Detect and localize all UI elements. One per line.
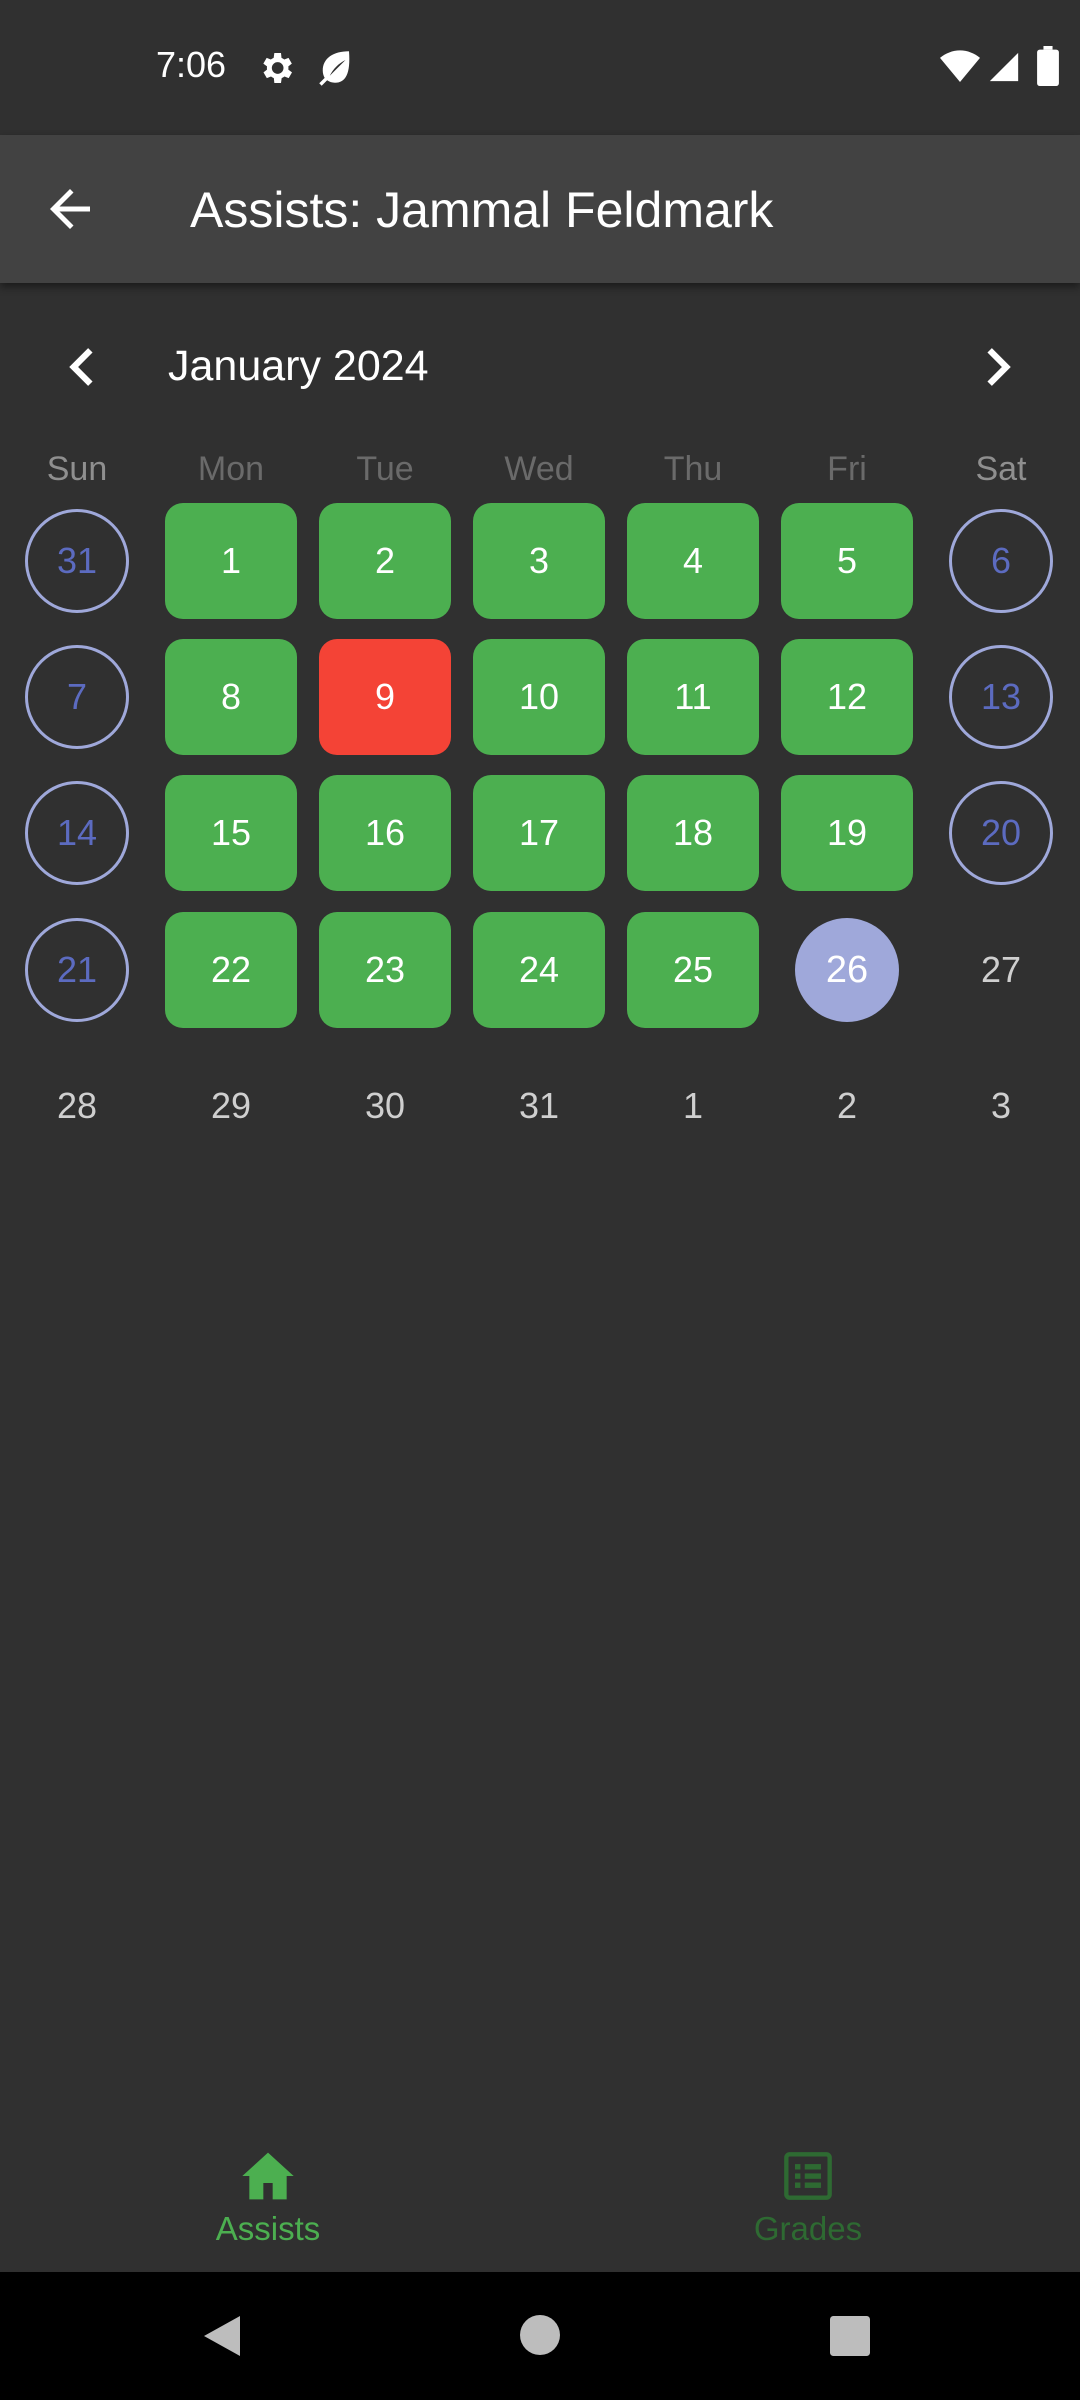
calendar-day-present[interactable]: 10 (473, 639, 605, 755)
calendar-day-plain[interactable]: 3 (949, 1054, 1053, 1158)
calendar-day-present[interactable]: 25 (627, 912, 759, 1028)
nav-item-assists[interactable]: Assists (118, 2150, 418, 2260)
calendar-day-present[interactable]: 24 (473, 912, 605, 1028)
nav-label: Assists (215, 2210, 321, 2247)
home-icon (242, 2152, 294, 2200)
calendar-day-present[interactable]: 19 (781, 775, 913, 891)
calendar-day-present[interactable]: 1 (165, 503, 297, 619)
calendar-day-present[interactable]: 2 (319, 503, 451, 619)
calendar-day-present[interactable]: 11 (627, 639, 759, 755)
calendar-day-plain[interactable]: 1 (641, 1054, 745, 1158)
calendar-day-weekend[interactable]: 21 (25, 918, 129, 1022)
calendar-day-plain[interactable]: 28 (25, 1054, 129, 1158)
calendar-day-present[interactable]: 8 (165, 639, 297, 755)
calendar-day-absent[interactable]: 9 (319, 639, 451, 755)
calendar-day-plain[interactable]: 27 (949, 918, 1053, 1022)
calendar-day-weekend[interactable]: 14 (25, 781, 129, 885)
system-home-icon[interactable] (520, 2315, 560, 2355)
calendar-day-plain[interactable]: 31 (487, 1054, 591, 1158)
calendar-day-present[interactable]: 17 (473, 775, 605, 891)
system-back-icon[interactable] (200, 2312, 248, 2360)
bottom-navigation: Assists Grades (0, 2130, 1080, 2272)
calendar-day-present[interactable]: 5 (781, 503, 913, 619)
calendar-day-plain[interactable]: 30 (333, 1054, 437, 1158)
calendar-day-present[interactable]: 4 (627, 503, 759, 619)
list-icon (784, 2152, 832, 2200)
system-recents-icon[interactable] (830, 2316, 870, 2356)
calendar-day-weekend[interactable]: 20 (949, 781, 1053, 885)
calendar-day-present[interactable]: 16 (319, 775, 451, 891)
calendar-day-plain[interactable]: 29 (179, 1054, 283, 1158)
calendar-day-weekend[interactable]: 31 (25, 509, 129, 613)
calendar-day-present[interactable]: 12 (781, 639, 913, 755)
calendar-day-present[interactable]: 15 (165, 775, 297, 891)
nav-label: Grades (753, 2210, 863, 2247)
calendar-day-weekend[interactable]: 6 (949, 509, 1053, 613)
calendar-day-present[interactable]: 3 (473, 503, 605, 619)
calendar-day-plain[interactable]: 2 (795, 1054, 899, 1158)
calendar-day-present[interactable]: 18 (627, 775, 759, 891)
nav-item-grades[interactable]: Grades (658, 2150, 958, 2260)
calendar-day-weekend[interactable]: 7 (25, 645, 129, 749)
calendar-day-present[interactable]: 23 (319, 912, 451, 1028)
calendar-day-today[interactable]: 26 (795, 918, 899, 1022)
calendar-grid: 31 1 2 3 4 5 6 7 8 9 10 11 12 13 14 15 16 17 18 19 20 21 22 23 2… (0, 0, 1080, 1200)
calendar-day-present[interactable]: 22 (165, 912, 297, 1028)
system-navigation-bar (0, 2272, 1080, 2400)
calendar-day-weekend[interactable]: 13 (949, 645, 1053, 749)
